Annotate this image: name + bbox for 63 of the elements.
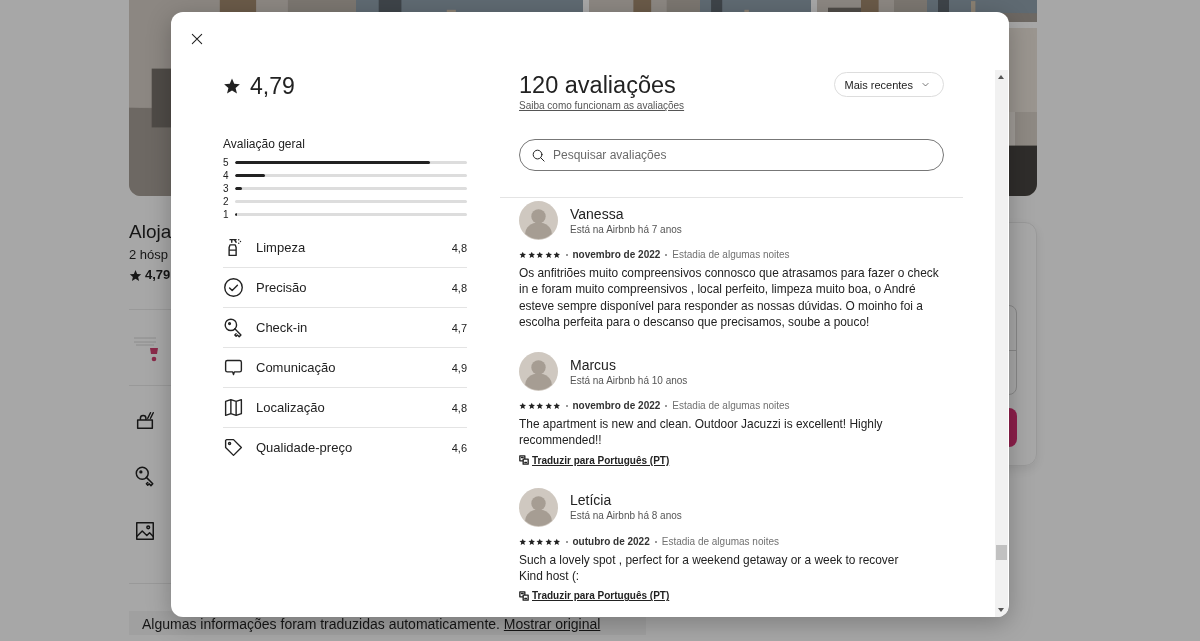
rating-level-label: 1 <box>223 208 230 221</box>
reviewer-name: Vanessa <box>570 204 625 223</box>
category-score: 4,8 <box>451 401 467 414</box>
tag-icon <box>223 437 244 458</box>
category-label: Precisão <box>256 280 308 295</box>
category-score: 4,6 <box>451 441 467 454</box>
reviews-count-title: 120 avaliações <box>519 72 677 98</box>
key-icon <box>134 464 156 487</box>
translate-icon <box>519 455 529 466</box>
stay-type: Estadia de algumas noites <box>672 249 790 261</box>
search-field[interactable]: Pesquisar avaliações <box>519 139 944 171</box>
member-since: Está na Airbnb há 7 anos <box>570 222 682 237</box>
rating-level-label: 4 <box>223 169 230 182</box>
overall-rating: 4,79 <box>250 72 295 100</box>
rating-level-label: 5 <box>223 156 230 169</box>
sort-dropdown[interactable]: Mais recentes <box>833 72 944 97</box>
map-icon <box>223 397 244 418</box>
section-title: Avaliação geral <box>223 137 306 151</box>
review-text: Such a lovely spot , perfect for a weekend getaway or a week to recover Kind host (: <box>519 551 900 585</box>
star-icon <box>129 268 142 282</box>
member-since: Está na Airbnb há 8 anos <box>570 509 682 524</box>
scrollbar[interactable] <box>995 70 1008 617</box>
chevron-down-icon <box>921 80 930 89</box>
translate-link[interactable]: Traduzir para Português (PT) <box>532 590 670 602</box>
category-label: Qualidade-preço <box>256 440 354 455</box>
review-date: novembro de 2022 <box>572 249 661 261</box>
avatar-icon <box>519 487 558 527</box>
cooking-pot-icon <box>134 409 156 432</box>
stay-type: Estadia de algumas noites <box>661 535 780 548</box>
category-score: 4,9 <box>451 361 467 374</box>
review-date: novembro de 2022 <box>572 400 661 413</box>
review-text: The apartment is new and clean. Outdoor Jacuzzi is excellent! Highly recommended!! <box>519 416 884 449</box>
category-label: Comunicação <box>256 360 337 375</box>
help-link[interactable]: Saiba como funcionam as avaliações <box>519 100 685 111</box>
reviewer-name: Letícia <box>570 491 613 510</box>
search-icon <box>531 147 546 163</box>
listing-subtitle: 2 hósp <box>129 246 169 264</box>
review-text: Os anfitriões muito compreensivos connosco que atrasamos para fazer o check in e foram muito compreensivos , local perfeito, limpeza muito boa, o André esteve sempre disponível para responder as nossas dúvidas. O moinho foi a escolha perfeita para o descanso que precisamos, soube a pouco! <box>519 265 940 331</box>
rating-level-label: 3 <box>223 182 230 195</box>
avatar-icon <box>519 352 558 392</box>
member-since: Está na Airbnb há 10 anos <box>570 373 688 388</box>
key-icon <box>223 317 244 338</box>
translate-icon <box>519 590 529 601</box>
check-circle-icon <box>223 277 244 298</box>
listing-title: Aloja <box>129 221 172 243</box>
category-label: Check-in <box>256 320 309 335</box>
translate-link[interactable]: Traduzir para Português (PT) <box>532 454 670 466</box>
stay-type: Estadia de algumas noites <box>672 400 790 413</box>
review-date: outubro de 2022 <box>572 535 650 548</box>
close-icon <box>189 31 205 47</box>
category-label: Localização <box>256 400 326 415</box>
speech-bubble-icon <box>223 357 244 378</box>
reviewer-name: Marcus <box>570 355 617 374</box>
show-original-link[interactable]: Mostrar original <box>503 616 601 632</box>
star-icon <box>223 77 241 95</box>
category-score: 4,8 <box>451 281 467 294</box>
rating-level-label: 2 <box>223 195 230 208</box>
avatar-icon <box>519 201 558 240</box>
listing-rating: 4,79 <box>145 266 171 284</box>
category-score: 4,8 <box>451 241 467 254</box>
image-icon <box>134 519 156 542</box>
category-label: Limpeza <box>256 240 307 255</box>
category-score: 4,7 <box>451 321 467 334</box>
